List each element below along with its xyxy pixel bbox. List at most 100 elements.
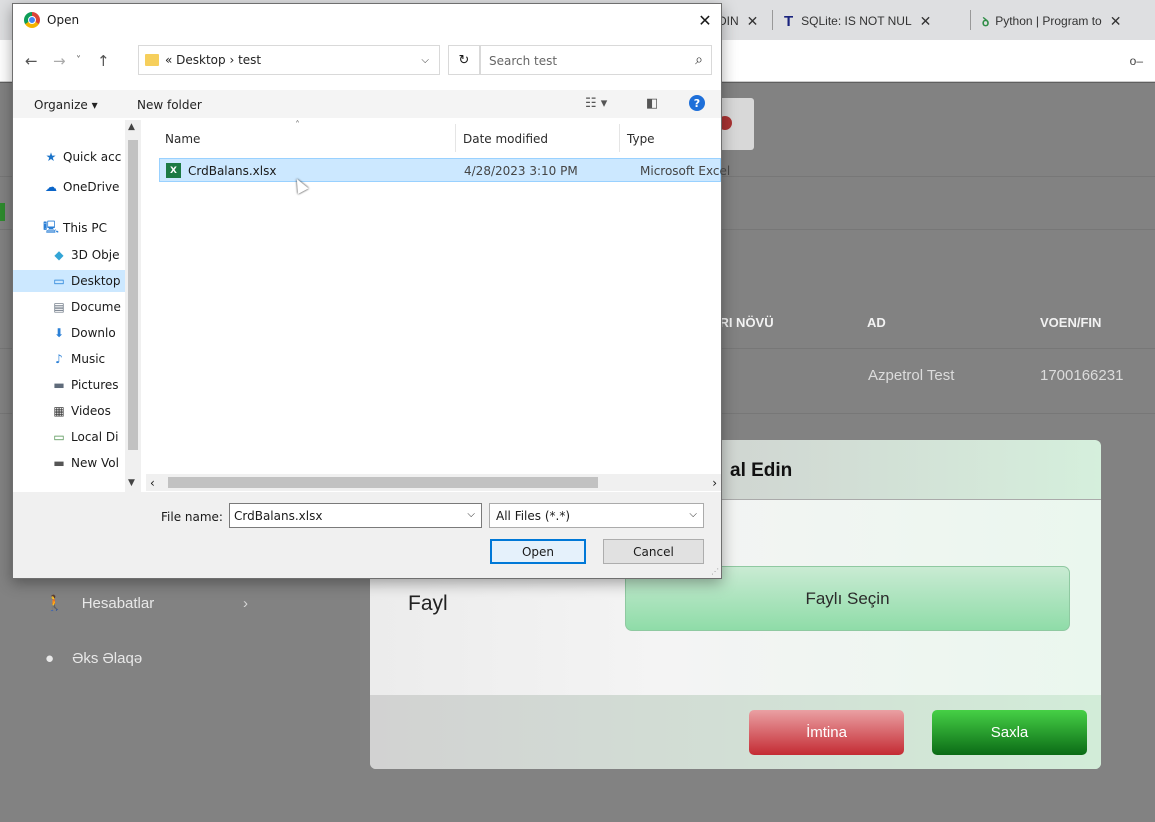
close-icon[interactable]: ✕ (920, 13, 932, 30)
scroll-down-icon[interactable]: ▼ (128, 478, 135, 488)
tab-2-favicon-icon: T (784, 12, 794, 30)
scrollbar-thumb[interactable] (168, 477, 598, 488)
view-options-icon[interactable]: ☷ ▾ (585, 96, 607, 111)
tab-1[interactable]: DIN ✕ (718, 6, 758, 36)
picture-icon: ▬ (53, 378, 65, 392)
desktop-icon: ▭ (53, 274, 65, 288)
navigation-row: ← → ˅ ↑ « Desktop › test ⌵ ↻ Search test… (13, 42, 721, 78)
scroll-up-icon[interactable]: ▲ (128, 122, 135, 132)
file-name-label: File name: (161, 510, 223, 524)
forward-arrow-icon[interactable]: → (53, 52, 66, 70)
nav-item-videos[interactable]: ▦ Videos (51, 400, 125, 422)
close-icon[interactable]: ✕ (1110, 13, 1122, 30)
back-arrow-icon[interactable]: ← (25, 52, 38, 70)
scrollbar-thumb[interactable] (128, 140, 138, 450)
file-row[interactable]: X CrdBalans.xlsx 4/28/2023 3:10 PM Micro… (159, 158, 730, 182)
chevron-down-icon[interactable]: ⌵ (689, 509, 697, 520)
file-name-input[interactable]: CrdBalans.xlsx ⌵ (229, 503, 482, 528)
sidebar-item-label: Əks Əlaqə (72, 650, 143, 667)
chevron-down-icon[interactable]: ⌵ (467, 509, 475, 520)
column-separator[interactable] (619, 124, 620, 152)
chevron-right-icon: › (243, 594, 248, 612)
file-type-value: All Files (*.*) (496, 509, 571, 523)
cell-name: Azpetrol Test (868, 367, 955, 384)
nav-item-new-volume[interactable]: ▬ New Vol (51, 452, 125, 474)
help-icon[interactable]: ? (689, 95, 705, 111)
refresh-icon[interactable]: ↻ (448, 45, 480, 75)
nav-item-downloads[interactable]: ⬇ Downlo (51, 322, 125, 344)
up-arrow-icon[interactable]: ↑ (97, 52, 110, 70)
nav-label: Music (71, 352, 106, 366)
music-icon: ♪ (55, 352, 63, 366)
open-button[interactable]: Open (490, 539, 586, 564)
column-header-voen: VOEN/FIN (1040, 315, 1102, 330)
new-folder-button[interactable]: New folder (137, 98, 202, 112)
save-button[interactable]: Saxla (932, 710, 1087, 755)
address-path[interactable]: « Desktop › test ⌵ (138, 45, 440, 75)
dialog-toolbar: Organize ▾ New folder ☷ ▾ ◧ ? (13, 90, 721, 118)
horizontal-scrollbar[interactable]: ‹ › (146, 474, 721, 491)
cancel-button[interactable]: İmtina (749, 710, 904, 755)
nav-item-documents[interactable]: ▤ Docume (51, 296, 125, 318)
sidebar-item-feedback[interactable]: ● Əks Əlaqə (45, 650, 142, 667)
key-icon[interactable]: o‒ (1130, 54, 1143, 68)
column-name[interactable]: Name (165, 132, 200, 146)
nav-label: Quick acc (63, 150, 122, 164)
chat-icon: ● (45, 650, 55, 667)
nav-item-desktop[interactable]: ▭ Desktop (13, 270, 125, 292)
column-separator[interactable] (455, 124, 456, 152)
tab-2[interactable]: T SQLite: IS NOT NUL ✕ (784, 6, 931, 36)
nav-item-pictures[interactable]: ▬ Pictures (51, 374, 125, 396)
scroll-right-icon[interactable]: › (712, 476, 717, 490)
nav-item-local-disk[interactable]: ▭ Local Di (51, 426, 125, 448)
search-input[interactable]: Search test ⌕ (480, 45, 712, 75)
dialog-footer: File name: CrdBalans.xlsx ⌵ All Files (*… (13, 492, 721, 578)
nav-label: OneDrive (63, 180, 120, 194)
tab-2-label: SQLite: IS NOT NUL (801, 14, 912, 28)
brand-accent (0, 203, 5, 221)
cloud-icon: ☁ (45, 180, 57, 194)
scroll-left-icon[interactable]: ‹ (150, 476, 155, 490)
video-icon: ▦ (53, 404, 65, 418)
preview-pane-icon[interactable]: ◧ (646, 96, 658, 111)
nav-scrollbar[interactable]: ▲ ▼ (125, 120, 141, 495)
nav-label: This PC (63, 221, 107, 235)
cell-voen: 1700166231 (1040, 367, 1124, 384)
tab-3-favicon-icon: ꝺ (982, 14, 990, 29)
resize-grip-icon[interactable]: ⋰ (711, 567, 719, 576)
file-type: Microsoft Excel (640, 164, 731, 178)
nav-item-3d-objects[interactable]: ◆ 3D Obje (51, 244, 163, 266)
file-list: ˄ Name Date modified Type X CrdBalans.xl… (149, 120, 730, 480)
nav-label: New Vol (71, 456, 119, 470)
organize-button[interactable]: Organize ▾ (34, 98, 98, 112)
column-type[interactable]: Type (627, 132, 655, 146)
download-icon: ⬇ (53, 326, 65, 340)
search-placeholder: Search test (489, 54, 558, 68)
sidebar-item-reports[interactable]: 🚶 Hesabatlar › (45, 594, 248, 613)
folder-icon (145, 54, 159, 66)
tab-3-label: Python | Program to (995, 14, 1102, 28)
person-icon: 🚶 (45, 595, 64, 612)
tab-3[interactable]: ꝺ Python | Program to ✕ (982, 6, 1121, 36)
sort-ascending-icon: ˄ (295, 120, 300, 131)
file-date: 4/28/2023 3:10 PM (464, 164, 578, 178)
chevron-down-icon[interactable]: ⌵ (421, 55, 429, 66)
excel-icon: X (166, 163, 181, 178)
dialog-titlebar: Open ✕ (13, 4, 721, 36)
file-type-select[interactable]: All Files (*.*) ⌵ (489, 503, 704, 528)
modal-title: al Edin (730, 460, 793, 481)
drive-icon: ▬ (53, 456, 65, 470)
recent-locations-icon[interactable]: ˅ (76, 55, 81, 66)
tab-separator (772, 10, 773, 30)
open-file-dialog: Open ✕ ← → ˅ ↑ « Desktop › test ⌵ ↻ Sear… (12, 3, 730, 579)
nav-item-music[interactable]: ♪ Music (51, 348, 125, 370)
close-icon[interactable]: ✕ (747, 13, 759, 30)
nav-label: Pictures (71, 378, 119, 392)
chrome-icon (24, 12, 40, 28)
dialog-cancel-button[interactable]: Cancel (603, 539, 704, 564)
file-name: CrdBalans.xlsx (188, 164, 277, 178)
dialog-title: Open (47, 13, 80, 27)
column-date[interactable]: Date modified (463, 132, 548, 146)
close-icon[interactable]: ✕ (693, 8, 717, 32)
nav-label: Downlo (71, 326, 116, 340)
